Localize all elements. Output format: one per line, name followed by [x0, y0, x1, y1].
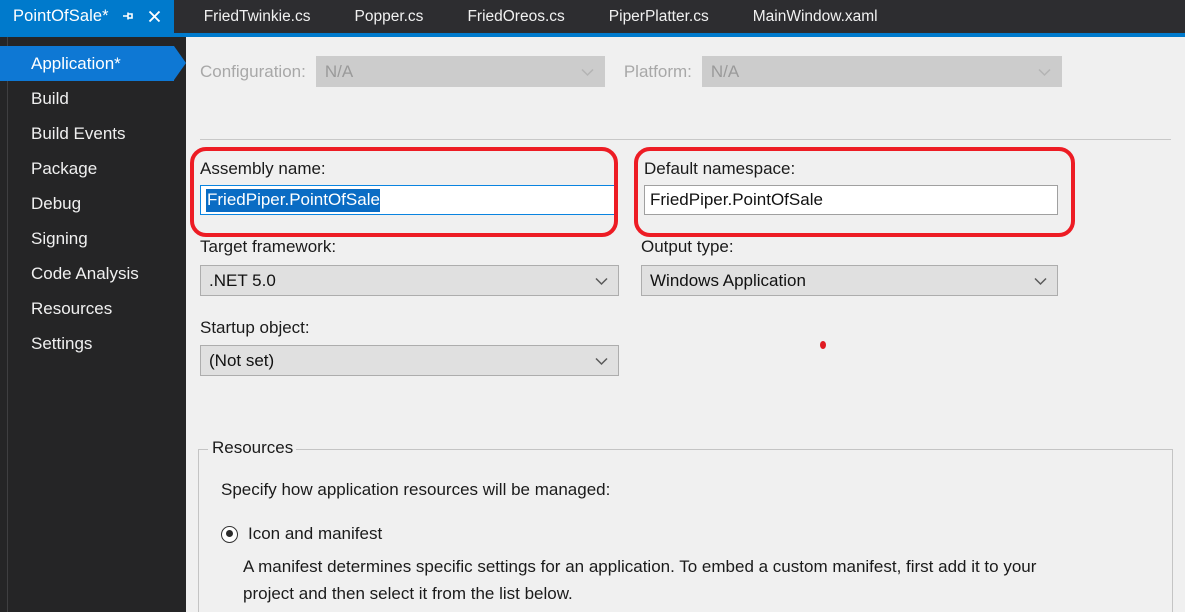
- sidebar-item-debug[interactable]: Debug: [0, 186, 186, 221]
- sidebar-item-package[interactable]: Package: [0, 151, 186, 186]
- default-namespace-value: FriedPiper.PointOfSale: [650, 190, 823, 209]
- application-properties-pane: Configuration: N/A Platform: N/A Assembl…: [186, 37, 1185, 612]
- assembly-name-value: FriedPiper.PointOfSale: [206, 188, 380, 212]
- sidebar-item-label: Build Events: [31, 123, 126, 143]
- sidebar-item-label: Debug: [31, 193, 82, 213]
- chevron-down-icon: [1038, 68, 1051, 77]
- inactive-tabs: FriedTwinkie.cs Popper.cs FriedOreos.cs …: [174, 0, 900, 33]
- sidebar-item-label: Package: [31, 158, 98, 178]
- selected-arrow-icon: [174, 46, 186, 80]
- radio-icon-and-manifest[interactable]: Icon and manifest: [221, 524, 382, 544]
- output-type-label: Output type:: [641, 237, 734, 256]
- document-tab-mainwindow[interactable]: MainWindow.xaml: [731, 0, 900, 33]
- chevron-down-icon: [581, 68, 594, 77]
- radio-dot-icon: [225, 530, 233, 537]
- radio-button-icon[interactable]: [221, 525, 238, 543]
- sidebar-item-application[interactable]: Application*: [0, 46, 186, 81]
- sidebar-item-label: Signing: [31, 228, 88, 248]
- platform-value: N/A: [710, 61, 740, 81]
- sidebar-item-code-analysis[interactable]: Code Analysis: [0, 256, 186, 291]
- pin-icon[interactable]: [119, 8, 136, 25]
- resources-legend: Resources: [208, 438, 299, 458]
- assembly-name-label: Assembly name:: [200, 159, 326, 178]
- radio-icon-and-manifest-label: Icon and manifest: [248, 524, 383, 543]
- startup-object-label: Startup object:: [200, 318, 310, 337]
- sidebar-item-build-events[interactable]: Build Events: [0, 116, 186, 151]
- sidebar-item-label: Resources: [31, 298, 113, 318]
- platform-select: N/A: [701, 56, 1062, 87]
- output-type-value: Windows Application: [650, 270, 806, 290]
- sidebar-item-resources[interactable]: Resources: [0, 291, 186, 326]
- sidebar-item-label: Code Analysis: [31, 263, 139, 283]
- startup-object-select[interactable]: (Not set): [200, 345, 619, 376]
- platform-label: Platform:: [623, 61, 692, 81]
- default-namespace-label: Default namespace:: [644, 159, 796, 178]
- assembly-name-input[interactable]: FriedPiper.PointOfSale: [200, 185, 618, 215]
- document-tab-label: PointOfSale*: [13, 7, 109, 25]
- target-framework-select[interactable]: .NET 5.0: [200, 265, 619, 296]
- startup-object-value: (Not set): [209, 350, 275, 370]
- configuration-select: N/A: [315, 56, 605, 87]
- properties-sidebar: Application* Build Build Events Package …: [0, 37, 186, 612]
- resources-groupbox: Resources Specify how application resour…: [198, 438, 1173, 612]
- sidebar-item-label: Application*: [31, 53, 121, 73]
- sidebar-item-label: Build: [31, 88, 69, 108]
- document-tab-piperplatter[interactable]: PiperPlatter.cs: [587, 0, 731, 33]
- document-tab-friedtwinkie[interactable]: FriedTwinkie.cs: [182, 0, 333, 33]
- sidebar-item-settings[interactable]: Settings: [0, 326, 186, 361]
- document-tab-friedoreos[interactable]: FriedOreos.cs: [445, 0, 586, 33]
- close-icon[interactable]: [146, 8, 163, 25]
- target-framework-label: Target framework:: [200, 237, 337, 256]
- section-divider: [200, 139, 1171, 140]
- target-framework-value: .NET 5.0: [209, 270, 276, 290]
- output-type-select[interactable]: Windows Application: [641, 265, 1058, 296]
- chevron-down-icon: [1034, 277, 1047, 286]
- sidebar-item-build[interactable]: Build: [0, 81, 186, 116]
- default-namespace-input[interactable]: FriedPiper.PointOfSale: [644, 185, 1058, 215]
- configuration-row: Configuration: N/A Platform: N/A: [200, 56, 1062, 87]
- document-tab-pointofsale[interactable]: PointOfSale*: [0, 0, 174, 33]
- visual-studio-project-properties: PointOfSale* FriedTwinkie.cs Popper.cs F…: [0, 0, 1185, 612]
- sidebar-item-label: Settings: [31, 333, 93, 353]
- chevron-down-icon: [595, 277, 608, 286]
- document-tab-strip: PointOfSale* FriedTwinkie.cs Popper.cs F…: [0, 0, 1185, 33]
- sidebar-item-signing[interactable]: Signing: [0, 221, 186, 256]
- configuration-value: N/A: [324, 61, 354, 81]
- configuration-label: Configuration:: [200, 61, 306, 81]
- chevron-down-icon: [595, 357, 608, 366]
- manifest-description: A manifest determines specific settings …: [243, 557, 1037, 603]
- resources-instruction: Specify how application resources will b…: [221, 480, 611, 499]
- document-tab-popper[interactable]: Popper.cs: [333, 0, 446, 33]
